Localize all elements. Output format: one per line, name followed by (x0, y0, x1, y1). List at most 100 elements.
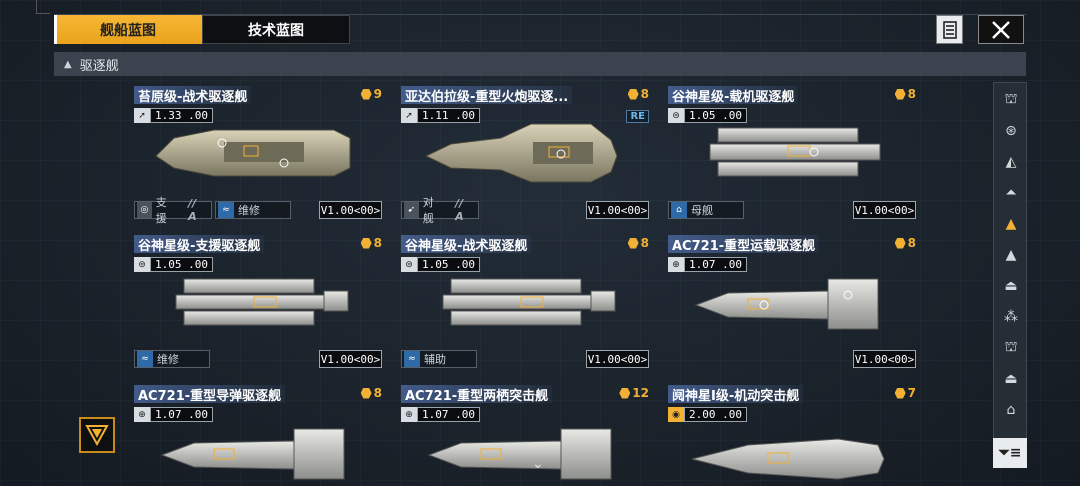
slot-count: 12 (619, 386, 649, 400)
sidebar-item-support[interactable]: ⁂ (994, 302, 1028, 332)
tag-label: 支援 (155, 196, 167, 225)
tab-ship-blueprint[interactable]: 舰船蓝图 (54, 15, 202, 44)
tag-mothership: ⌂ 母舰 (668, 201, 744, 219)
ship-image (424, 123, 618, 183)
ship-name: 阋神星Ⅰ级-机动突击舰 (668, 385, 804, 403)
tag-label: 母舰 (691, 204, 713, 217)
version-label: V1.00<00> (853, 201, 916, 219)
slot-count: 8 (894, 236, 916, 250)
section-title: 驱逐舰 (79, 58, 119, 74)
section-header[interactable]: ▲ 驱逐舰 (54, 52, 1026, 76)
tag-support: ◎ 支援 // A (134, 196, 212, 225)
slot-count-value: 8 (373, 386, 382, 400)
filter-icon: ⏷≡ (998, 445, 1022, 461)
close-button[interactable] (978, 15, 1024, 44)
slot-count: 8 (360, 386, 382, 400)
slot-hex-icon (894, 88, 906, 100)
version-label: V1.00<00> (319, 350, 382, 368)
tag-anti-ship: ➹ 对舰 // A (401, 196, 479, 225)
special-icon: ⏏ (1004, 371, 1018, 387)
ship-card[interactable]: AC721-重型运载驱逐舰 8 ⊕ 1.07 .00 V1.00<00> (668, 235, 916, 375)
ship-name: 谷神星级-支援驱逐舰 (134, 235, 265, 253)
filter-button[interactable]: ⏷≡ (993, 438, 1027, 468)
version-label: V1.00<00> (586, 201, 649, 219)
scroll-down-chevron-icon[interactable]: ⌄ (532, 456, 544, 472)
ship-name: AC721-重型导弹驱逐舰 (134, 385, 286, 403)
coin-icon: ◉ (668, 407, 684, 422)
destroyer-icon: ▲ (1005, 216, 1017, 232)
sidebar-item-auxiliary[interactable]: ⛫ (994, 333, 1028, 363)
triangle-emblem-icon (85, 425, 109, 447)
tag-grade: // A (455, 197, 464, 223)
slot-hex-icon (360, 237, 372, 249)
fighter-class-icon: ▲ (1005, 247, 1017, 263)
carrier-class-icon: ⏏ (1004, 278, 1018, 294)
ship-name: 谷神星级-战术驱逐舰 (401, 235, 532, 253)
globe-icon: ⊕ (134, 407, 150, 422)
artillery-icon: ➹ (404, 202, 419, 218)
slot-count: 9 (360, 87, 382, 101)
quick-action-button[interactable] (79, 417, 115, 453)
ship-image (694, 278, 879, 330)
sidebar-item-cruiser[interactable]: ⊛ (994, 116, 1028, 146)
slot-count: 8 (627, 87, 649, 101)
battleship-icon: ⛫ (1004, 91, 1018, 107)
slot-count-value: 8 (640, 236, 649, 250)
sidebar-item-destroyer[interactable]: ▲ (994, 209, 1028, 239)
ship-card[interactable]: AC721-重型两栖突击舰 12 ⊕ 1.07 .00 (401, 385, 649, 485)
ship-image (160, 428, 345, 480)
repair-icon: ≈ (137, 351, 153, 367)
tab-accent-mark (54, 15, 57, 44)
slot-hex-icon (360, 387, 372, 399)
sidebar-item-other[interactable]: ⌂ (994, 395, 1028, 425)
support-class-icon: ⁂ (1004, 309, 1018, 325)
slot-hex-icon (894, 387, 906, 399)
assist-icon: ≈ (404, 351, 420, 367)
ship-card[interactable]: 阋神星Ⅰ级-机动突击舰 7 ◉ 2.00 .00 (668, 385, 916, 485)
ship-card[interactable]: 谷神星级-载机驱逐舰 8 ⊜ 1.05 .00 ⌂ 母舰 V1.00<00> (668, 86, 916, 226)
ship-image (442, 278, 616, 326)
ship-image (175, 278, 349, 326)
tag-repair: ≈ 维修 (134, 350, 210, 368)
tag-repair: ≈ 维修 (215, 201, 291, 219)
sidebar-item-frigate[interactable]: ◭ (994, 147, 1028, 177)
slot-count-value: 8 (640, 87, 649, 101)
ship-card[interactable]: 谷神星级-支援驱逐舰 8 ⊜ 1.05 .00 ≈ 维修 V1.00<00> (134, 235, 382, 375)
mothership-icon: ⌂ (671, 202, 687, 218)
ship-image (427, 428, 612, 480)
slot-hex-icon (627, 88, 639, 100)
ship-image (155, 129, 351, 177)
slot-hex-icon (360, 88, 372, 100)
tag-row: ◎ 支援 // A ≈ 维修 (134, 196, 291, 225)
ship-card[interactable]: 苔原级-战术驱逐舰 9 ➚ 1.33 .00 ◎ 支援// A ≈ 维修 V1.00<… (134, 86, 382, 226)
collapse-triangle-icon: ▲ (64, 58, 72, 70)
fighter-icon: ➚ (134, 108, 150, 123)
sidebar-item-special[interactable]: ⏏ (994, 364, 1028, 394)
tag-assist: ≈ 辅助 (401, 350, 477, 368)
sidebar-item-battleship[interactable]: ⛫ (994, 85, 1028, 115)
sidebar-item-fighter[interactable]: ▲ (994, 240, 1028, 270)
tag-label: 维修 (157, 353, 179, 366)
document-icon (942, 20, 957, 39)
frigate-icon: ◭ (1005, 154, 1017, 170)
sidebar-item-corvette[interactable]: ⏶ (994, 178, 1028, 208)
tag-row: ≈ 辅助 (401, 350, 477, 368)
sidebar-item-carrier[interactable]: ⏏ (994, 271, 1028, 301)
support-icon: ◎ (137, 202, 152, 218)
cruiser-icon: ⊛ (1005, 123, 1017, 139)
document-button[interactable] (936, 15, 963, 44)
slot-count: 8 (627, 236, 649, 250)
slot-count: 7 (894, 386, 916, 400)
ship-card[interactable]: AC721-重型导弹驱逐舰 8 ⊕ 1.07 .00 (134, 385, 382, 485)
tag-label: 维修 (238, 204, 260, 217)
ship-card[interactable]: 亚达伯拉级-重型火炮驱逐... 8 ➚ 1.11 .00 RE ➹ 对舰// A V… (401, 86, 649, 226)
ship-card[interactable]: 谷神星级-战术驱逐舰 8 ⊜ 1.05 .00 ≈ 辅助 V1.00<00> (401, 235, 649, 375)
slot-hex-icon (894, 237, 906, 249)
slot-count-value: 12 (632, 386, 649, 400)
tab-tech-blueprint[interactable]: 技术蓝图 (202, 15, 350, 44)
ship-name: 亚达伯拉级-重型火炮驱逐... (401, 86, 573, 104)
tag-grade: // A (188, 197, 197, 223)
tag-label: 辅助 (424, 353, 446, 366)
ship-name: 苔原级-战术驱逐舰 (134, 86, 252, 104)
auxiliary-icon: ⛫ (1004, 339, 1018, 355)
